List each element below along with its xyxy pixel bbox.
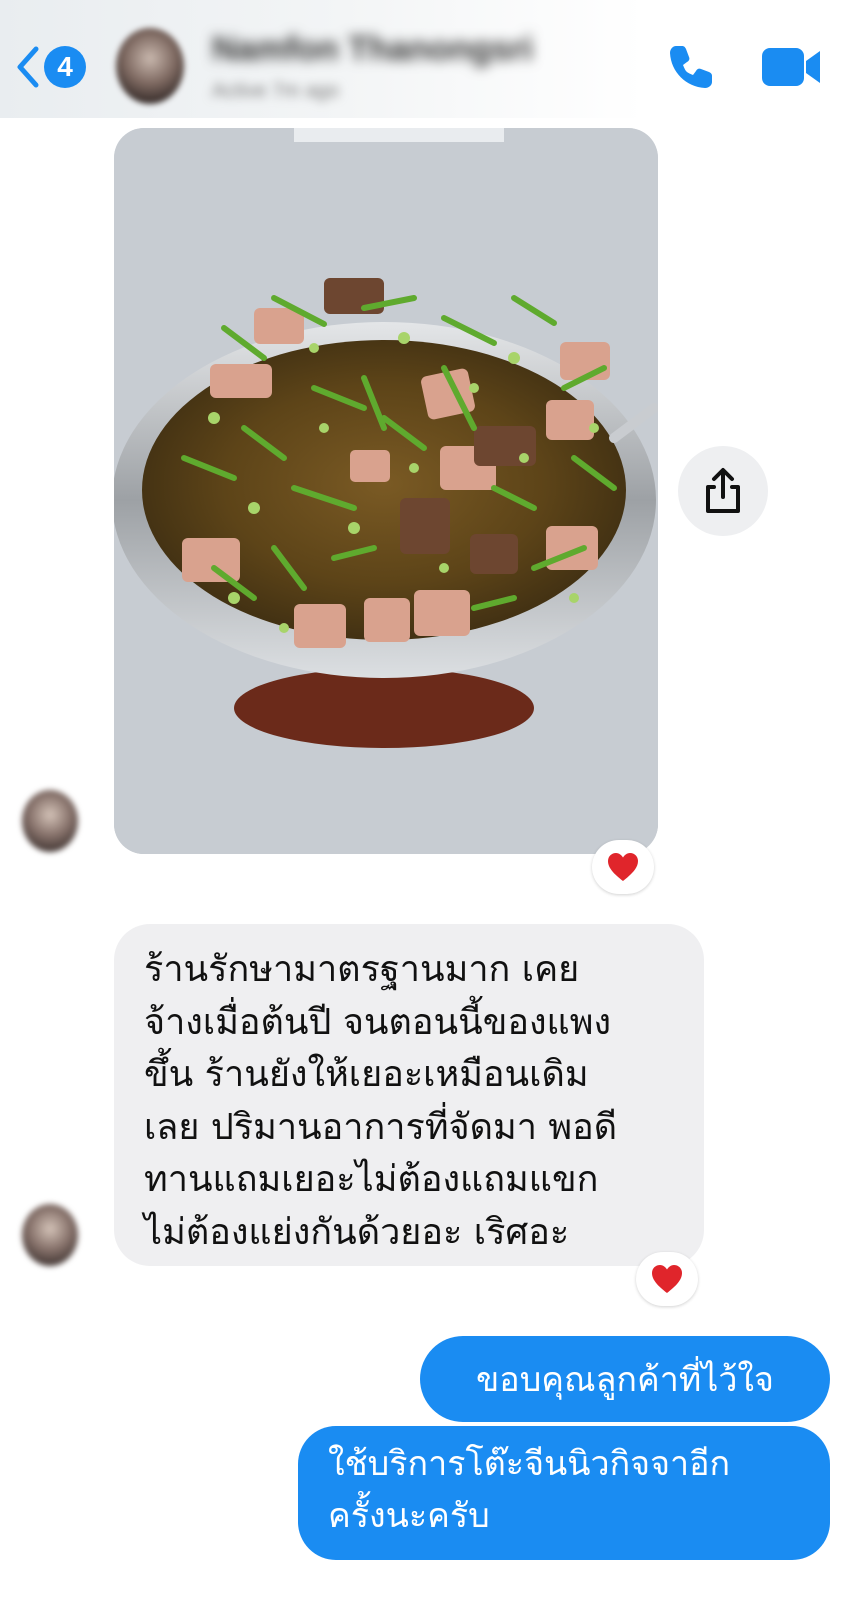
text-reaction[interactable] bbox=[636, 1252, 698, 1306]
contact-avatar[interactable] bbox=[116, 28, 184, 104]
message-text-line: จ้างเมื่อต้นปี จนตอนนี้ของแพง bbox=[144, 1001, 612, 1043]
photo-message-soup[interactable] bbox=[114, 128, 658, 854]
contact-name[interactable]: Namfon Thanongsri bbox=[212, 30, 533, 69]
share-button[interactable] bbox=[678, 446, 768, 536]
incoming-message-bubble[interactable]: ร้านรักษามาตรฐานมาก เคย จ้างเมื่อต้นปี จ… bbox=[114, 924, 704, 1266]
voice-call-button[interactable] bbox=[664, 40, 718, 94]
phone-icon bbox=[670, 46, 712, 88]
outgoing-message-bubble[interactable]: ขอบคุณลูกค้าที่ไว้ใจ bbox=[420, 1336, 830, 1422]
message-text-line: ไม่ต้องแย่งกันด้วยอะ เริศอะ bbox=[144, 1211, 570, 1253]
outgoing-message-bubble[interactable]: ใช้บริการโต๊ะจีนนิวกิจจาอีก ครั้งนะครับ bbox=[298, 1426, 830, 1560]
video-camera-icon bbox=[762, 48, 820, 86]
photo-reaction[interactable] bbox=[592, 840, 654, 894]
soup-photo-image bbox=[114, 128, 658, 854]
share-icon bbox=[706, 468, 740, 513]
chevron-left-icon bbox=[17, 46, 39, 88]
message-text-line: ทานแถมเยอะไม่ต้องแถมแขก bbox=[144, 1159, 599, 1200]
unread-count-badge: 4 bbox=[44, 46, 86, 88]
sender-avatar[interactable] bbox=[22, 790, 78, 852]
message-text-line: ขึ้น ร้านยังให้เยอะเหมือนเดิม bbox=[144, 1054, 589, 1095]
message-text-line: เลย ปริมานอาการที่จัดมา พอดี bbox=[144, 1106, 618, 1148]
heart-icon bbox=[652, 1265, 682, 1293]
message-text-line: ใช้บริการโต๊ะจีนนิวกิจจาอีก bbox=[328, 1444, 731, 1484]
video-call-button[interactable] bbox=[760, 44, 824, 90]
chat-header: 4 Namfon Thanongsri Active 7m ago bbox=[0, 0, 860, 118]
message-text-line: ครั้งนะครับ bbox=[328, 1496, 490, 1536]
sender-avatar[interactable] bbox=[22, 1204, 78, 1266]
message-text-line: ร้านรักษามาตรฐานมาก เคย bbox=[144, 949, 580, 990]
back-button[interactable]: 4 bbox=[14, 40, 94, 94]
contact-status: Active 7m ago bbox=[212, 80, 339, 102]
heart-icon bbox=[608, 853, 638, 881]
message-text: ขอบคุณลูกค้าที่ไว้ใจ bbox=[476, 1360, 774, 1400]
